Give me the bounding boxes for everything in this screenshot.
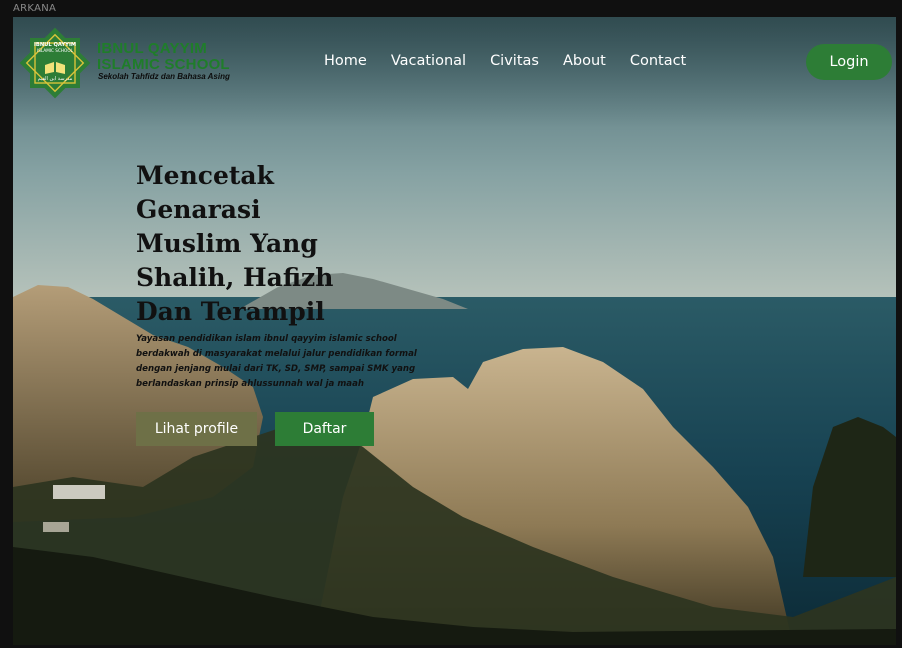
nav-link-vacational[interactable]: Vacational: [391, 53, 466, 69]
hero-description: Yayasan pendidikan islam ibnul qayyim is…: [136, 334, 417, 389]
login-button[interactable]: Login: [806, 44, 892, 80]
main-navigation: Home Vacational Civitas About Contact: [324, 53, 686, 69]
octagram-logo-icon: IBNUL QAYYIM ISLAMIC SCHOOL مدرسة ابن ال…: [19, 27, 91, 99]
window-title: ARKANA: [13, 3, 57, 14]
logo-text-bottom: مدرسة ابن القيم: [38, 76, 73, 82]
hero-section: IBNUL QAYYIM ISLAMIC SCHOOL مدرسة ابن ال…: [13, 17, 896, 645]
brand-name: IBNUL QAYYIM ISLAMIC SCHOOL: [97, 41, 230, 73]
logo-text-mid: ISLAMIC SCHOOL: [37, 48, 74, 53]
nav-link-civitas[interactable]: Civitas: [490, 53, 539, 69]
nav-link-home[interactable]: Home: [324, 53, 367, 69]
hero-title: Mencetak Genarasi Muslim Yang Shalih, Ha…: [136, 161, 334, 326]
nav-link-about[interactable]: About: [563, 53, 606, 69]
school-logo[interactable]: IBNUL QAYYIM ISLAMIC SCHOOL مدرسة ابن ال…: [19, 27, 91, 99]
register-button[interactable]: Daftar: [275, 412, 374, 446]
view-profile-button[interactable]: Lihat profile: [136, 412, 257, 446]
nav-link-contact[interactable]: Contact: [630, 53, 686, 69]
brand-tagline: Sekolah Tahfidz dan Bahasa Asing: [98, 72, 230, 81]
brand-name-line1: IBNUL QAYYIM: [97, 40, 207, 57]
brand-name-line2: ISLAMIC SCHOOL: [97, 56, 230, 73]
